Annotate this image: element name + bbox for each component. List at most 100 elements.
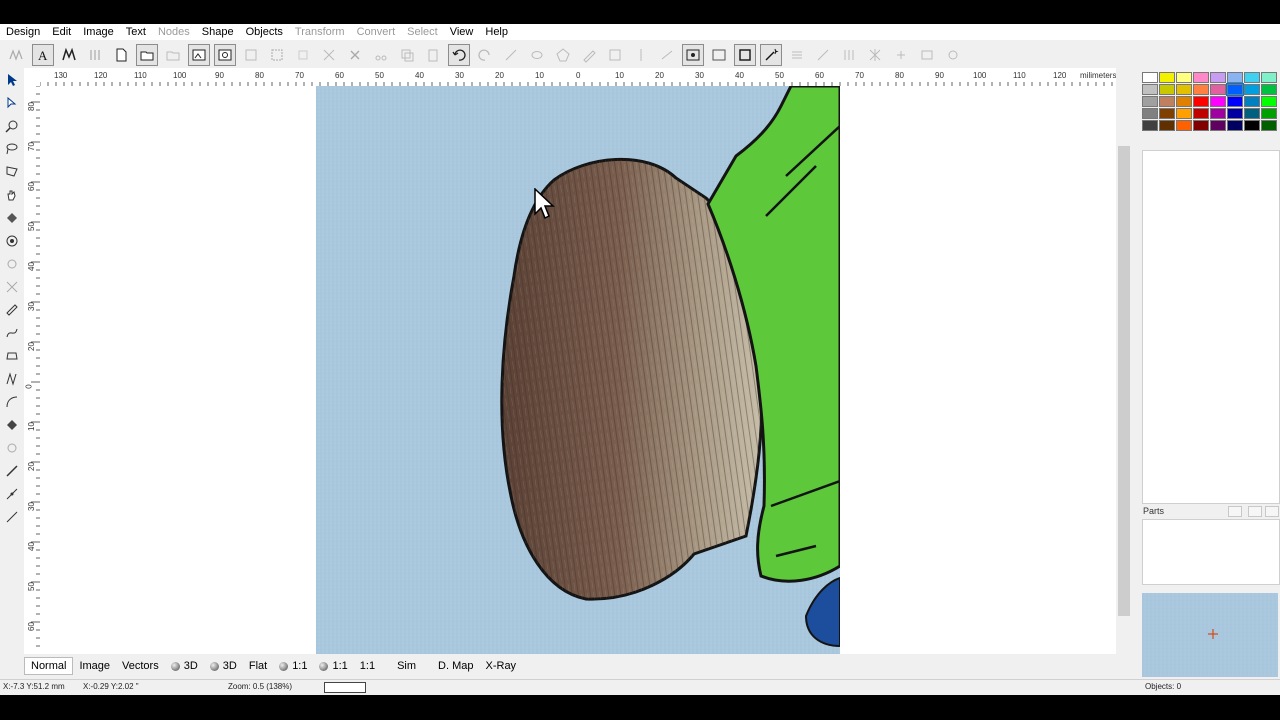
palette-swatch[interactable]: [1176, 84, 1192, 95]
menu-nodes[interactable]: Nodes: [152, 24, 196, 40]
palette-swatch[interactable]: [1193, 108, 1209, 119]
undo-icon[interactable]: [448, 44, 470, 66]
view-3d-tab[interactable]: 3D: [165, 658, 204, 674]
palette-swatch[interactable]: [1159, 108, 1175, 119]
bezier-icon[interactable]: [1, 322, 23, 344]
palette-swatch[interactable]: [1244, 120, 1260, 131]
zoom-icon[interactable]: [1, 115, 23, 137]
node-add-icon[interactable]: [1, 483, 23, 505]
crop-icon[interactable]: [292, 44, 314, 66]
palette-swatch[interactable]: [1176, 108, 1192, 119]
freehand-icon[interactable]: [1, 299, 23, 321]
stitch-order-icon[interactable]: [1, 253, 23, 275]
magic-wand-icon[interactable]: [760, 44, 782, 66]
gear-tool-icon[interactable]: [1, 437, 23, 459]
shape-polygon-icon[interactable]: [552, 44, 574, 66]
layers-icon[interactable]: [916, 44, 938, 66]
palette-swatch[interactable]: [1142, 72, 1158, 83]
palette-swatch[interactable]: [1210, 120, 1226, 131]
palette-swatch[interactable]: [1226, 83, 1244, 96]
paste-icon[interactable]: [422, 44, 444, 66]
palette-swatch[interactable]: [1159, 72, 1175, 83]
select-arrow-icon[interactable]: [1, 69, 23, 91]
node-edit-icon[interactable]: [500, 44, 522, 66]
palette-swatch[interactable]: [1142, 108, 1158, 119]
menu-objects[interactable]: Objects: [240, 24, 289, 40]
navigator-preview[interactable]: [1142, 593, 1278, 677]
redo-icon[interactable]: [474, 44, 496, 66]
transform-icon[interactable]: [318, 44, 340, 66]
palette-swatch[interactable]: [1244, 96, 1260, 107]
menu-convert[interactable]: Convert: [351, 24, 402, 40]
applique-icon[interactable]: [890, 44, 912, 66]
view-vectors-tab[interactable]: Vectors: [116, 658, 165, 674]
vertical-text-icon[interactable]: [84, 44, 106, 66]
palette-swatch[interactable]: [1244, 84, 1260, 95]
stitch-run-icon[interactable]: [838, 44, 860, 66]
open-file-icon[interactable]: [136, 44, 158, 66]
shape-ellipse-icon[interactable]: [526, 44, 548, 66]
palette-swatch[interactable]: [1193, 72, 1209, 83]
menu-view[interactable]: View: [444, 24, 480, 40]
palette-swatch[interactable]: [1142, 120, 1158, 131]
recolor-icon[interactable]: [1, 230, 23, 252]
node-select-icon[interactable]: [1, 92, 23, 114]
palette-swatch[interactable]: [1210, 108, 1226, 119]
trace-icon[interactable]: [708, 44, 730, 66]
polygon-select-icon[interactable]: [1, 161, 23, 183]
palette-swatch[interactable]: [1159, 84, 1175, 95]
menu-help[interactable]: Help: [479, 24, 514, 40]
import-image-icon[interactable]: [188, 44, 210, 66]
palette-swatch[interactable]: [1261, 84, 1277, 95]
parts-toggle-button[interactable]: [1228, 506, 1242, 517]
view-ratio-1-tab[interactable]: 1:1: [273, 658, 313, 674]
vertical-scrollbar[interactable]: [1116, 86, 1133, 654]
satin-icon[interactable]: [864, 44, 886, 66]
palette-swatch[interactable]: [1227, 108, 1243, 119]
measure-icon[interactable]: [1, 506, 23, 528]
view-dmap-tab[interactable]: D. Map: [432, 658, 479, 674]
cut-icon[interactable]: [370, 44, 392, 66]
fill-shape-icon[interactable]: [1, 414, 23, 436]
palette-swatch[interactable]: [1193, 120, 1209, 131]
palette-swatch[interactable]: [1261, 96, 1277, 107]
palette-swatch[interactable]: [1210, 96, 1226, 107]
view-ratio-2-tab[interactable]: 1:1: [313, 658, 353, 674]
view-xray-tab[interactable]: X-Ray: [480, 658, 523, 674]
cross-stitch-icon[interactable]: [1, 276, 23, 298]
select-all-icon[interactable]: [266, 44, 288, 66]
rotate-icon[interactable]: [604, 44, 626, 66]
image-view-icon[interactable]: [682, 44, 704, 66]
fill-bucket-icon[interactable]: [1, 207, 23, 229]
lasso-icon[interactable]: [1, 138, 23, 160]
menu-shape[interactable]: Shape: [196, 24, 240, 40]
palette-swatch[interactable]: [1142, 96, 1158, 107]
view-image-tab[interactable]: Image: [73, 658, 116, 674]
disabled-export-icon[interactable]: [162, 44, 184, 66]
palette-swatch[interactable]: [1227, 96, 1243, 107]
new-document-icon[interactable]: [110, 44, 132, 66]
palette-swatch[interactable]: [1193, 96, 1209, 107]
menu-edit[interactable]: Edit: [46, 24, 77, 40]
outline-icon[interactable]: [1, 345, 23, 367]
menu-transform[interactable]: Transform: [289, 24, 351, 40]
palette-swatch[interactable]: [1227, 72, 1243, 83]
settings-icon[interactable]: [942, 44, 964, 66]
menu-design[interactable]: Design: [0, 24, 46, 40]
menu-text[interactable]: Text: [120, 24, 152, 40]
menu-select[interactable]: Select: [401, 24, 444, 40]
palette-swatch[interactable]: [1176, 96, 1192, 107]
line-tool-icon[interactable]: [812, 44, 834, 66]
parts-panel[interactable]: [1142, 519, 1280, 585]
auto-digitize-icon[interactable]: [6, 44, 28, 66]
menu-image[interactable]: Image: [77, 24, 120, 40]
parts-minimize-button[interactable]: [1248, 506, 1262, 517]
palette-swatch[interactable]: [1261, 72, 1277, 83]
knife-icon[interactable]: [1, 460, 23, 482]
mirror-icon[interactable]: [630, 44, 652, 66]
save-icon[interactable]: [240, 44, 262, 66]
palette-swatch[interactable]: [1176, 120, 1192, 131]
palette-swatch[interactable]: [1210, 72, 1226, 83]
palette-swatch[interactable]: [1261, 120, 1277, 131]
palette-swatch[interactable]: [1244, 108, 1260, 119]
